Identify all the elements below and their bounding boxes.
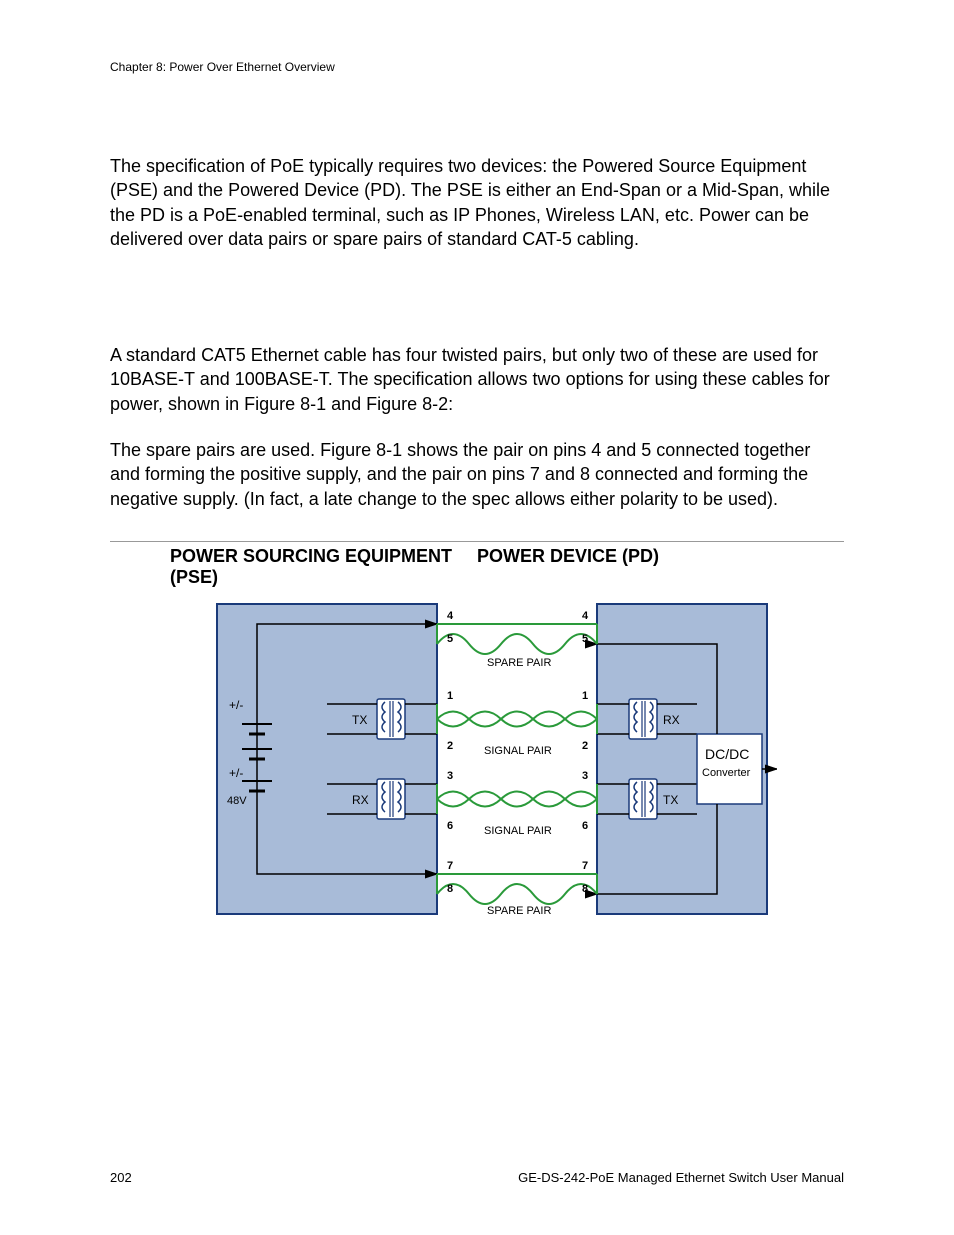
section-gap [110, 273, 844, 343]
pin1-left-label: 1 [447, 690, 453, 702]
pin3-left-label: 3 [447, 770, 453, 782]
pin3-right-label: 3 [582, 770, 588, 782]
document-page: Chapter 8: Power Over Ethernet Overview … [0, 0, 954, 1235]
spare-pair-top-label: SPARE PAIR [487, 657, 551, 669]
pin2-left-label: 2 [447, 740, 453, 752]
pd-tx-transformer-icon [629, 779, 657, 819]
pse-rx-label: RX [352, 793, 369, 807]
pin8-left-label: 8 [447, 883, 453, 895]
polarity-top-label: +/- [229, 698, 243, 712]
voltage-label: 48V [227, 795, 247, 807]
signal-pair-12 [405, 704, 629, 734]
signal-pair-36 [405, 784, 629, 814]
pd-rx-transformer-icon [629, 699, 657, 739]
signal-pair-12-label: SIGNAL PAIR [484, 745, 552, 757]
page-number: 202 [110, 1170, 132, 1185]
pin4-right-label: 4 [582, 610, 589, 622]
figure-titles-row: POWER SOURCING EQUIPMENT (PSE) POWER DEV… [110, 546, 844, 588]
pd-title: POWER DEVICE (PD) [477, 546, 784, 588]
pin1-right-label: 1 [582, 690, 588, 702]
pse-tx-transformer-icon [377, 699, 405, 739]
pin7-left-label: 7 [447, 860, 453, 872]
pin2-right-label: 2 [582, 740, 588, 752]
pse-tx-label: TX [352, 713, 367, 727]
spare-pair-bottom-label: SPARE PAIR [487, 905, 551, 917]
paragraph-1: The specification of PoE typically requi… [110, 154, 844, 251]
page-footer: 202 GE-DS-242-PoE Managed Ethernet Switc… [110, 1170, 844, 1185]
manual-title: GE-DS-242-PoE Managed Ethernet Switch Us… [518, 1170, 844, 1185]
poe-wiring-svg: +/- +/- 48V TX [177, 594, 777, 934]
paragraph-2: A standard CAT5 Ethernet cable has four … [110, 343, 844, 416]
spare-pair-top [437, 624, 597, 654]
pin5-right-label: 5 [582, 633, 588, 645]
chapter-header: Chapter 8: Power Over Ethernet Overview [110, 60, 844, 74]
pd-rx-label: RX [663, 713, 680, 727]
pd-tx-label: TX [663, 793, 678, 807]
pin6-right-label: 6 [582, 820, 588, 832]
pin8-right-label: 8 [582, 883, 588, 895]
signal-pair-36-label: SIGNAL PAIR [484, 825, 552, 837]
spare-pair-bottom [437, 874, 597, 904]
pin7-right-label: 7 [582, 860, 588, 872]
pin4-left-label: 4 [447, 610, 454, 622]
dcdc-label-line1: DC/DC [705, 746, 749, 762]
pse-title: POWER SOURCING EQUIPMENT (PSE) [170, 546, 477, 588]
figure-8-1-container: POWER SOURCING EQUIPMENT (PSE) POWER DEV… [110, 541, 844, 934]
dcdc-label-line2: Converter [702, 767, 751, 779]
poe-diagram: +/- +/- 48V TX [110, 594, 844, 934]
pin5-left-label: 5 [447, 633, 453, 645]
pin6-left-label: 6 [447, 820, 453, 832]
paragraph-3: The spare pairs are used. Figure 8-1 sho… [110, 438, 844, 511]
polarity-bottom-label: +/- [229, 766, 243, 780]
pse-rx-transformer-icon [377, 779, 405, 819]
